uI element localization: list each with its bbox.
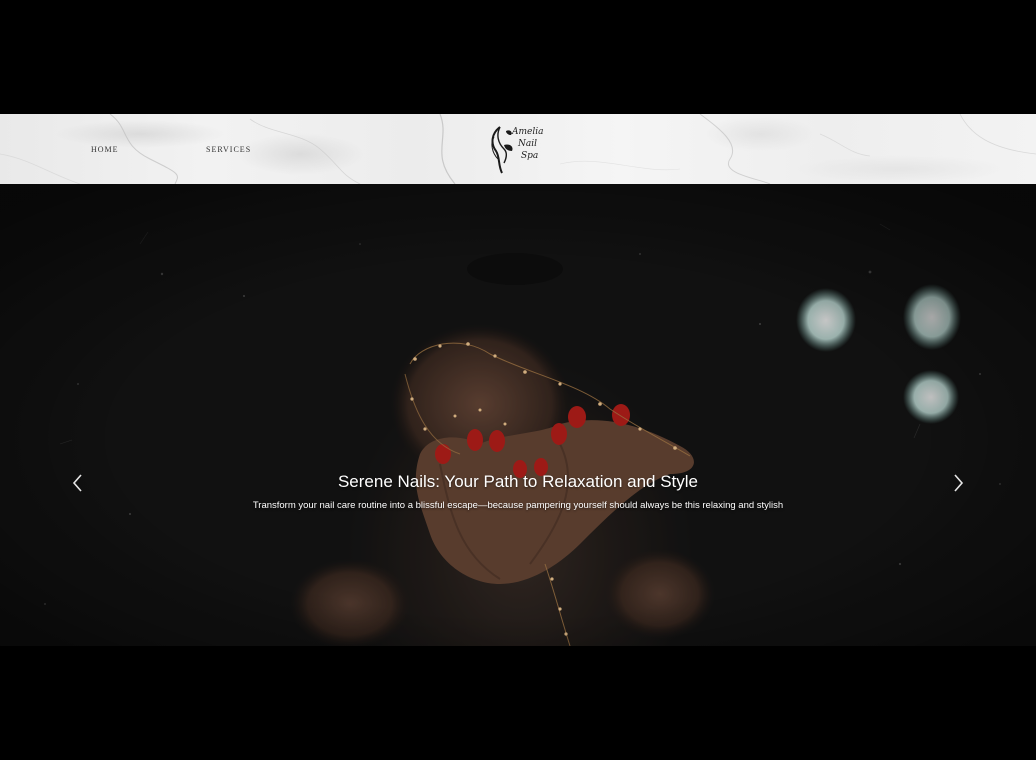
logo-line-2: Nail [518,139,537,149]
logo-line-3: Spa [521,151,539,161]
hero-carousel: Serene Nails: Your Path to Relaxation an… [0,184,1036,646]
carousel-caption: Serene Nails: Your Path to Relaxation an… [0,472,1036,511]
carousel-next-button[interactable] [943,468,973,498]
carousel-prev-button[interactable] [63,468,93,498]
logo-line-1: Amelia [512,127,544,137]
site-header: HOME SERVICES Amelia Nail Spa [0,114,1036,184]
brand-logo[interactable]: Amelia Nail Spa [486,123,548,177]
chevron-left-icon [72,474,82,492]
nav-home-link[interactable]: HOME [91,145,119,154]
hero-overlay [0,184,1036,646]
chevron-right-icon [954,474,964,492]
hero-title: Serene Nails: Your Path to Relaxation an… [337,472,699,491]
hero-subtitle: Transform your nail care routine into a … [252,500,784,511]
page: HOME SERVICES Amelia Nail Spa Serene Nai… [0,0,1036,760]
nav-services-link[interactable]: SERVICES [206,145,251,154]
logo-wordmark: Amelia Nail Spa [512,126,543,162]
